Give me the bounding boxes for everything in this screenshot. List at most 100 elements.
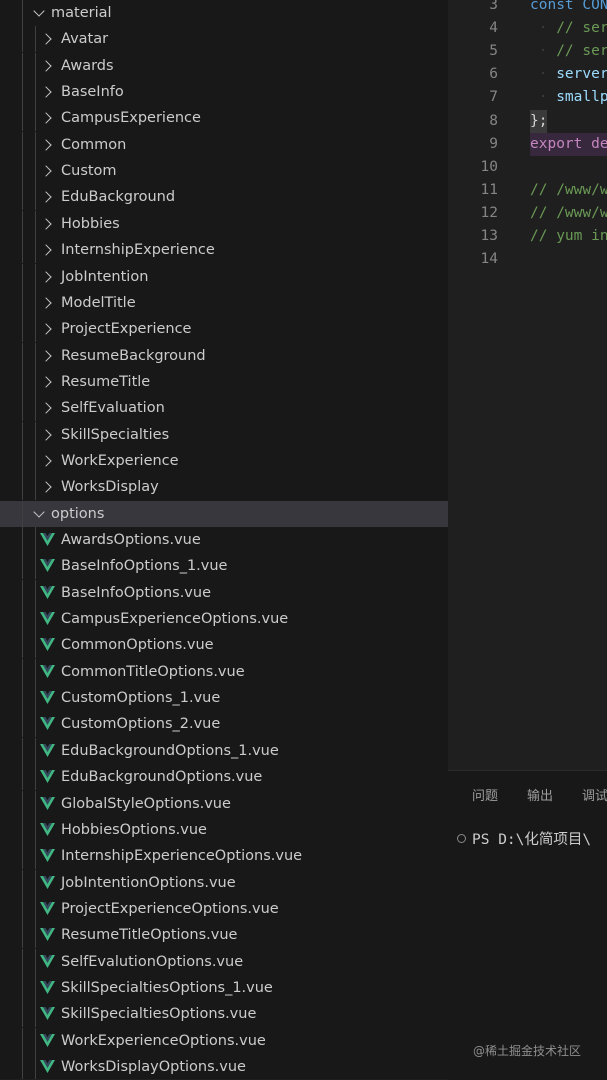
chevron-right-icon[interactable] xyxy=(40,191,52,204)
folder-material[interactable]: material xyxy=(0,0,448,26)
folder-item[interactable]: SelfEvaluation xyxy=(0,395,448,422)
folder-item[interactable]: ProjectExperience xyxy=(0,316,448,343)
file-item[interactable]: CommonOptions.vue xyxy=(0,632,448,659)
chevron-right-icon[interactable] xyxy=(40,297,52,309)
indent-guide xyxy=(35,685,36,712)
file-item[interactable]: BaseInfoOptions.vue xyxy=(0,579,448,606)
code-text: · // serv xyxy=(530,20,607,37)
vue-icon xyxy=(40,533,55,546)
folder-item[interactable]: Avatar xyxy=(0,26,448,53)
code-line[interactable]: 7 · smallpi xyxy=(448,86,607,109)
file-item[interactable]: ProjectExperienceOptions.vue xyxy=(0,895,448,922)
file-item[interactable]: SelfEvalutionOptions.vue xyxy=(0,948,448,975)
tab-problems[interactable]: 问题 xyxy=(472,785,498,804)
chevron-right-icon[interactable] xyxy=(40,33,52,46)
file-item[interactable]: SkillSpecialtiesOptions.vue xyxy=(0,1001,448,1028)
folder-item[interactable]: ModelTitle xyxy=(0,289,448,316)
chevron-right-icon[interactable] xyxy=(40,86,52,98)
file-item[interactable]: HobbiesOptions.vue xyxy=(0,816,448,843)
chevron-right-icon[interactable] xyxy=(40,428,52,441)
folder-item[interactable]: CampusExperience xyxy=(0,105,448,132)
file-item[interactable]: CustomOptions_1.vue xyxy=(0,685,448,712)
folder-item[interactable]: Common xyxy=(0,131,448,158)
indent-guide xyxy=(22,500,23,527)
code-line[interactable]: 13 // yum in xyxy=(448,225,607,248)
folder-item[interactable]: Custom xyxy=(0,158,448,185)
code-line[interactable]: 5 · // serv xyxy=(448,40,607,63)
code-line[interactable]: 3 const CON xyxy=(448,0,607,17)
chevron-right-icon[interactable] xyxy=(40,455,52,467)
code-line[interactable]: 12 // /www/w xyxy=(448,202,607,225)
vue-icon xyxy=(40,1060,55,1073)
chevron-right-icon[interactable] xyxy=(40,218,52,230)
tab-debug-console[interactable]: 调试 xyxy=(582,785,607,804)
chevron-right-icon[interactable] xyxy=(40,270,52,283)
indent-guide xyxy=(22,711,23,738)
folder-options[interactable]: options xyxy=(0,500,448,527)
chevron-right-icon[interactable] xyxy=(40,323,52,335)
indent-guide xyxy=(35,395,36,422)
chevron-right-icon[interactable] xyxy=(40,244,52,256)
indent-guide xyxy=(22,816,23,843)
folder-item[interactable]: InternshipExperience xyxy=(0,237,448,264)
indent-guide xyxy=(35,237,36,264)
folder-item[interactable]: SkillSpecialties xyxy=(0,421,448,448)
code-line[interactable]: 10 xyxy=(448,156,607,179)
folder-item[interactable]: EduBackground xyxy=(0,184,448,211)
chevron-down-icon[interactable] xyxy=(33,5,45,17)
indent-guide xyxy=(22,632,23,659)
code-text: // yum in xyxy=(530,228,607,244)
chevron-down-icon[interactable] xyxy=(33,505,45,518)
file-item[interactable]: InternshipExperienceOptions.vue xyxy=(0,843,448,870)
chevron-right-icon[interactable] xyxy=(40,376,52,388)
file-item[interactable]: WorkExperienceOptions.vue xyxy=(0,1027,448,1054)
file-item[interactable]: SkillSpecialtiesOptions_1.vue xyxy=(0,974,448,1001)
indent-guide xyxy=(22,289,23,316)
folder-item[interactable]: WorkExperience xyxy=(0,447,448,474)
folder-item[interactable]: WorksDisplay xyxy=(0,474,448,501)
folder-label: Custom xyxy=(61,163,117,180)
chevron-right-icon[interactable] xyxy=(40,165,52,177)
code-line[interactable]: 9 export de xyxy=(448,132,607,156)
code-line[interactable]: 6 · server xyxy=(448,63,607,86)
code-line[interactable]: 4 · // serv xyxy=(448,17,607,40)
file-item[interactable]: CommonTitleOptions.vue xyxy=(0,658,448,685)
vue-icon xyxy=(40,612,55,626)
terminal-prompt[interactable]: PS D:\化简项目\ xyxy=(472,828,591,849)
chevron-right-icon[interactable] xyxy=(40,402,52,414)
folder-item[interactable]: ResumeTitle xyxy=(0,368,448,395)
chevron-right-icon[interactable] xyxy=(40,139,52,151)
file-label: CustomOptions_1.vue xyxy=(61,690,221,707)
folder-item[interactable]: BaseInfo xyxy=(0,79,448,106)
code-line[interactable]: 11 // /www/w xyxy=(448,179,607,202)
folder-item[interactable]: ResumeBackground xyxy=(0,342,448,369)
file-item[interactable]: JobIntentionOptions.vue xyxy=(0,869,448,896)
indent-guide xyxy=(22,895,23,922)
indent-guide xyxy=(35,606,36,633)
file-item[interactable]: GlobalStyleOptions.vue xyxy=(0,790,448,817)
code-line[interactable]: 8}; xyxy=(448,109,607,133)
file-item[interactable]: EduBackgroundOptions.vue xyxy=(0,764,448,791)
folder-item[interactable]: Awards xyxy=(0,52,448,79)
chevron-right-icon[interactable] xyxy=(40,112,52,125)
folder-item[interactable]: JobIntention xyxy=(0,263,448,290)
tab-output[interactable]: 输出 xyxy=(527,785,553,804)
folder-item[interactable]: Hobbies xyxy=(0,210,448,237)
file-item[interactable]: CustomOptions_2.vue xyxy=(0,711,448,738)
file-item[interactable]: WorksDisplayOptions.vue xyxy=(0,1054,448,1079)
chevron-right-icon[interactable] xyxy=(40,349,52,362)
file-item[interactable]: AwardsOptions.vue xyxy=(0,527,448,553)
file-label: CommonTitleOptions.vue xyxy=(61,663,245,680)
chevron-right-icon[interactable] xyxy=(40,60,52,72)
code-line[interactable]: 14 xyxy=(448,248,607,271)
file-item[interactable]: BaseInfoOptions_1.vue xyxy=(0,553,448,580)
folder-label: WorkExperience xyxy=(61,452,179,469)
vue-icon xyxy=(40,822,55,836)
file-item[interactable]: EduBackgroundOptions_1.vue xyxy=(0,737,448,764)
file-item[interactable]: CampusExperienceOptions.vue xyxy=(0,606,448,633)
indent-guide xyxy=(35,816,36,843)
chevron-right-icon[interactable] xyxy=(40,481,52,493)
file-item[interactable]: ResumeTitleOptions.vue xyxy=(0,922,448,949)
code-editor[interactable]: 3const CON4 · // serv5 · // serv6 · serv… xyxy=(448,0,607,770)
indent-guide xyxy=(35,1054,36,1079)
